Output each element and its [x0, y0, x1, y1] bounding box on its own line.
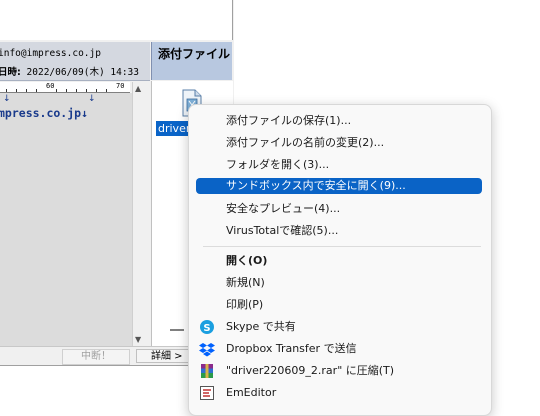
menu-item-compress-rar[interactable]: "driver220609_2.rar" に圧縮(T) — [193, 361, 487, 381]
menu-separator — [203, 246, 481, 247]
menu-item-label: VirusTotalで確認(5)... — [226, 224, 339, 237]
ruler-tick — [86, 89, 87, 92]
ruler-tick — [106, 89, 107, 92]
vertical-scrollbar[interactable]: ▲ ▼ — [132, 82, 147, 346]
ruler-tick — [6, 89, 7, 92]
ruler-tick — [56, 89, 57, 92]
menu-item-label: サンドボックス内で安全に開く(9)... — [226, 179, 406, 192]
menu-item-virustotal[interactable]: VirusTotalで確認(5)... — [193, 221, 487, 241]
menu-item-label: EmEditor — [226, 386, 277, 399]
mail-body-pane[interactable]: ↓ ↓ mpress.co.jp↓ — [0, 93, 132, 346]
skype-icon: S — [200, 320, 214, 334]
ruler-tick — [76, 89, 77, 92]
ruler: 60 70 — [0, 82, 130, 93]
date-value: 2022/06/09(木) 14:33 — [26, 67, 139, 78]
ruler-tick — [66, 89, 67, 92]
menu-item-dropbox-transfer[interactable]: Dropbox Transfer で送信 — [193, 339, 487, 359]
ruler-tick — [36, 89, 37, 92]
line-end-arrow: ↓ — [88, 94, 96, 104]
interrupt-button[interactable]: 中断！ — [62, 349, 130, 365]
emeditor-icon — [200, 386, 214, 400]
menu-item-open-in-sandbox[interactable]: サンドボックス内で安全に開く(9)... — [196, 178, 482, 194]
ruler-tick — [26, 89, 27, 92]
menu-item-safe-preview[interactable]: 安全なプレビュー(4)... — [193, 199, 487, 219]
menu-item-open-folder[interactable]: フォルダを開く(3)... — [193, 155, 487, 175]
attachment-file-label[interactable]: driver — [156, 121, 193, 136]
ruler-label-60: 60 — [46, 82, 55, 90]
menu-item-rename-attachment[interactable]: 添付ファイルの名前の変更(2)... — [193, 133, 487, 153]
menu-item-label: 新規(N) — [226, 276, 265, 289]
menu-item-label: 添付ファイルの保存(1)... — [226, 114, 352, 127]
menu-item-label: Dropbox Transfer で送信 — [226, 342, 357, 355]
menu-item-emeditor[interactable]: EmEditor — [193, 383, 487, 403]
scroll-up-icon[interactable]: ▲ — [135, 84, 141, 93]
attachments-header: 添付ファイル — [151, 42, 232, 80]
svg-text:S: S — [203, 323, 210, 334]
menu-item-label: "driver220609_2.rar" に圧縮(T) — [226, 364, 395, 377]
menu-item-new[interactable]: 新規(N) — [193, 273, 487, 293]
line-end-arrow: ↓ — [3, 94, 11, 104]
ruler-tick — [16, 89, 17, 92]
menu-item-skype-share[interactable]: S Skype で共有 — [193, 317, 487, 337]
scroll-down-icon[interactable]: ▼ — [135, 335, 141, 344]
mail-body-line: mpress.co.jp↓ — [0, 106, 89, 120]
detail-button[interactable]: 詳細 > — [136, 349, 192, 363]
menu-item-label: 印刷(P) — [226, 298, 264, 311]
menu-item-label: 開く(O) — [226, 254, 268, 267]
ruler-label-70: 70 — [116, 82, 125, 90]
menu-item-label: フォルダを開く(3)... — [226, 158, 330, 171]
top-area — [0, 0, 233, 40]
menu-item-label: 添付ファイルの名前の変更(2)... — [226, 136, 385, 149]
menu-item-save-attachment[interactable]: 添付ファイルの保存(1)... — [193, 111, 487, 131]
menu-item-open[interactable]: 開く(O) — [193, 251, 487, 271]
date-label: 日時: — [0, 67, 21, 78]
dropbox-icon — [199, 343, 215, 357]
winrar-icon — [201, 364, 213, 378]
mail-header-panel: info@impress.co.jp 日時: 2022/06/09(木) 14:… — [0, 42, 150, 81]
menu-item-label: 安全なプレビュー(4)... — [226, 202, 341, 215]
header-from: info@impress.co.jp — [0, 48, 101, 59]
attachments-scrollbar[interactable] — [170, 329, 184, 331]
ruler-tick — [96, 89, 97, 92]
header-date: 日時: 2022/06/09(木) 14:33 — [0, 64, 139, 78]
menu-item-print[interactable]: 印刷(P) — [193, 295, 487, 315]
context-menu: 添付ファイルの保存(1)... 添付ファイルの名前の変更(2)... フォルダを… — [188, 104, 492, 416]
menu-item-label: Skype で共有 — [226, 320, 296, 333]
